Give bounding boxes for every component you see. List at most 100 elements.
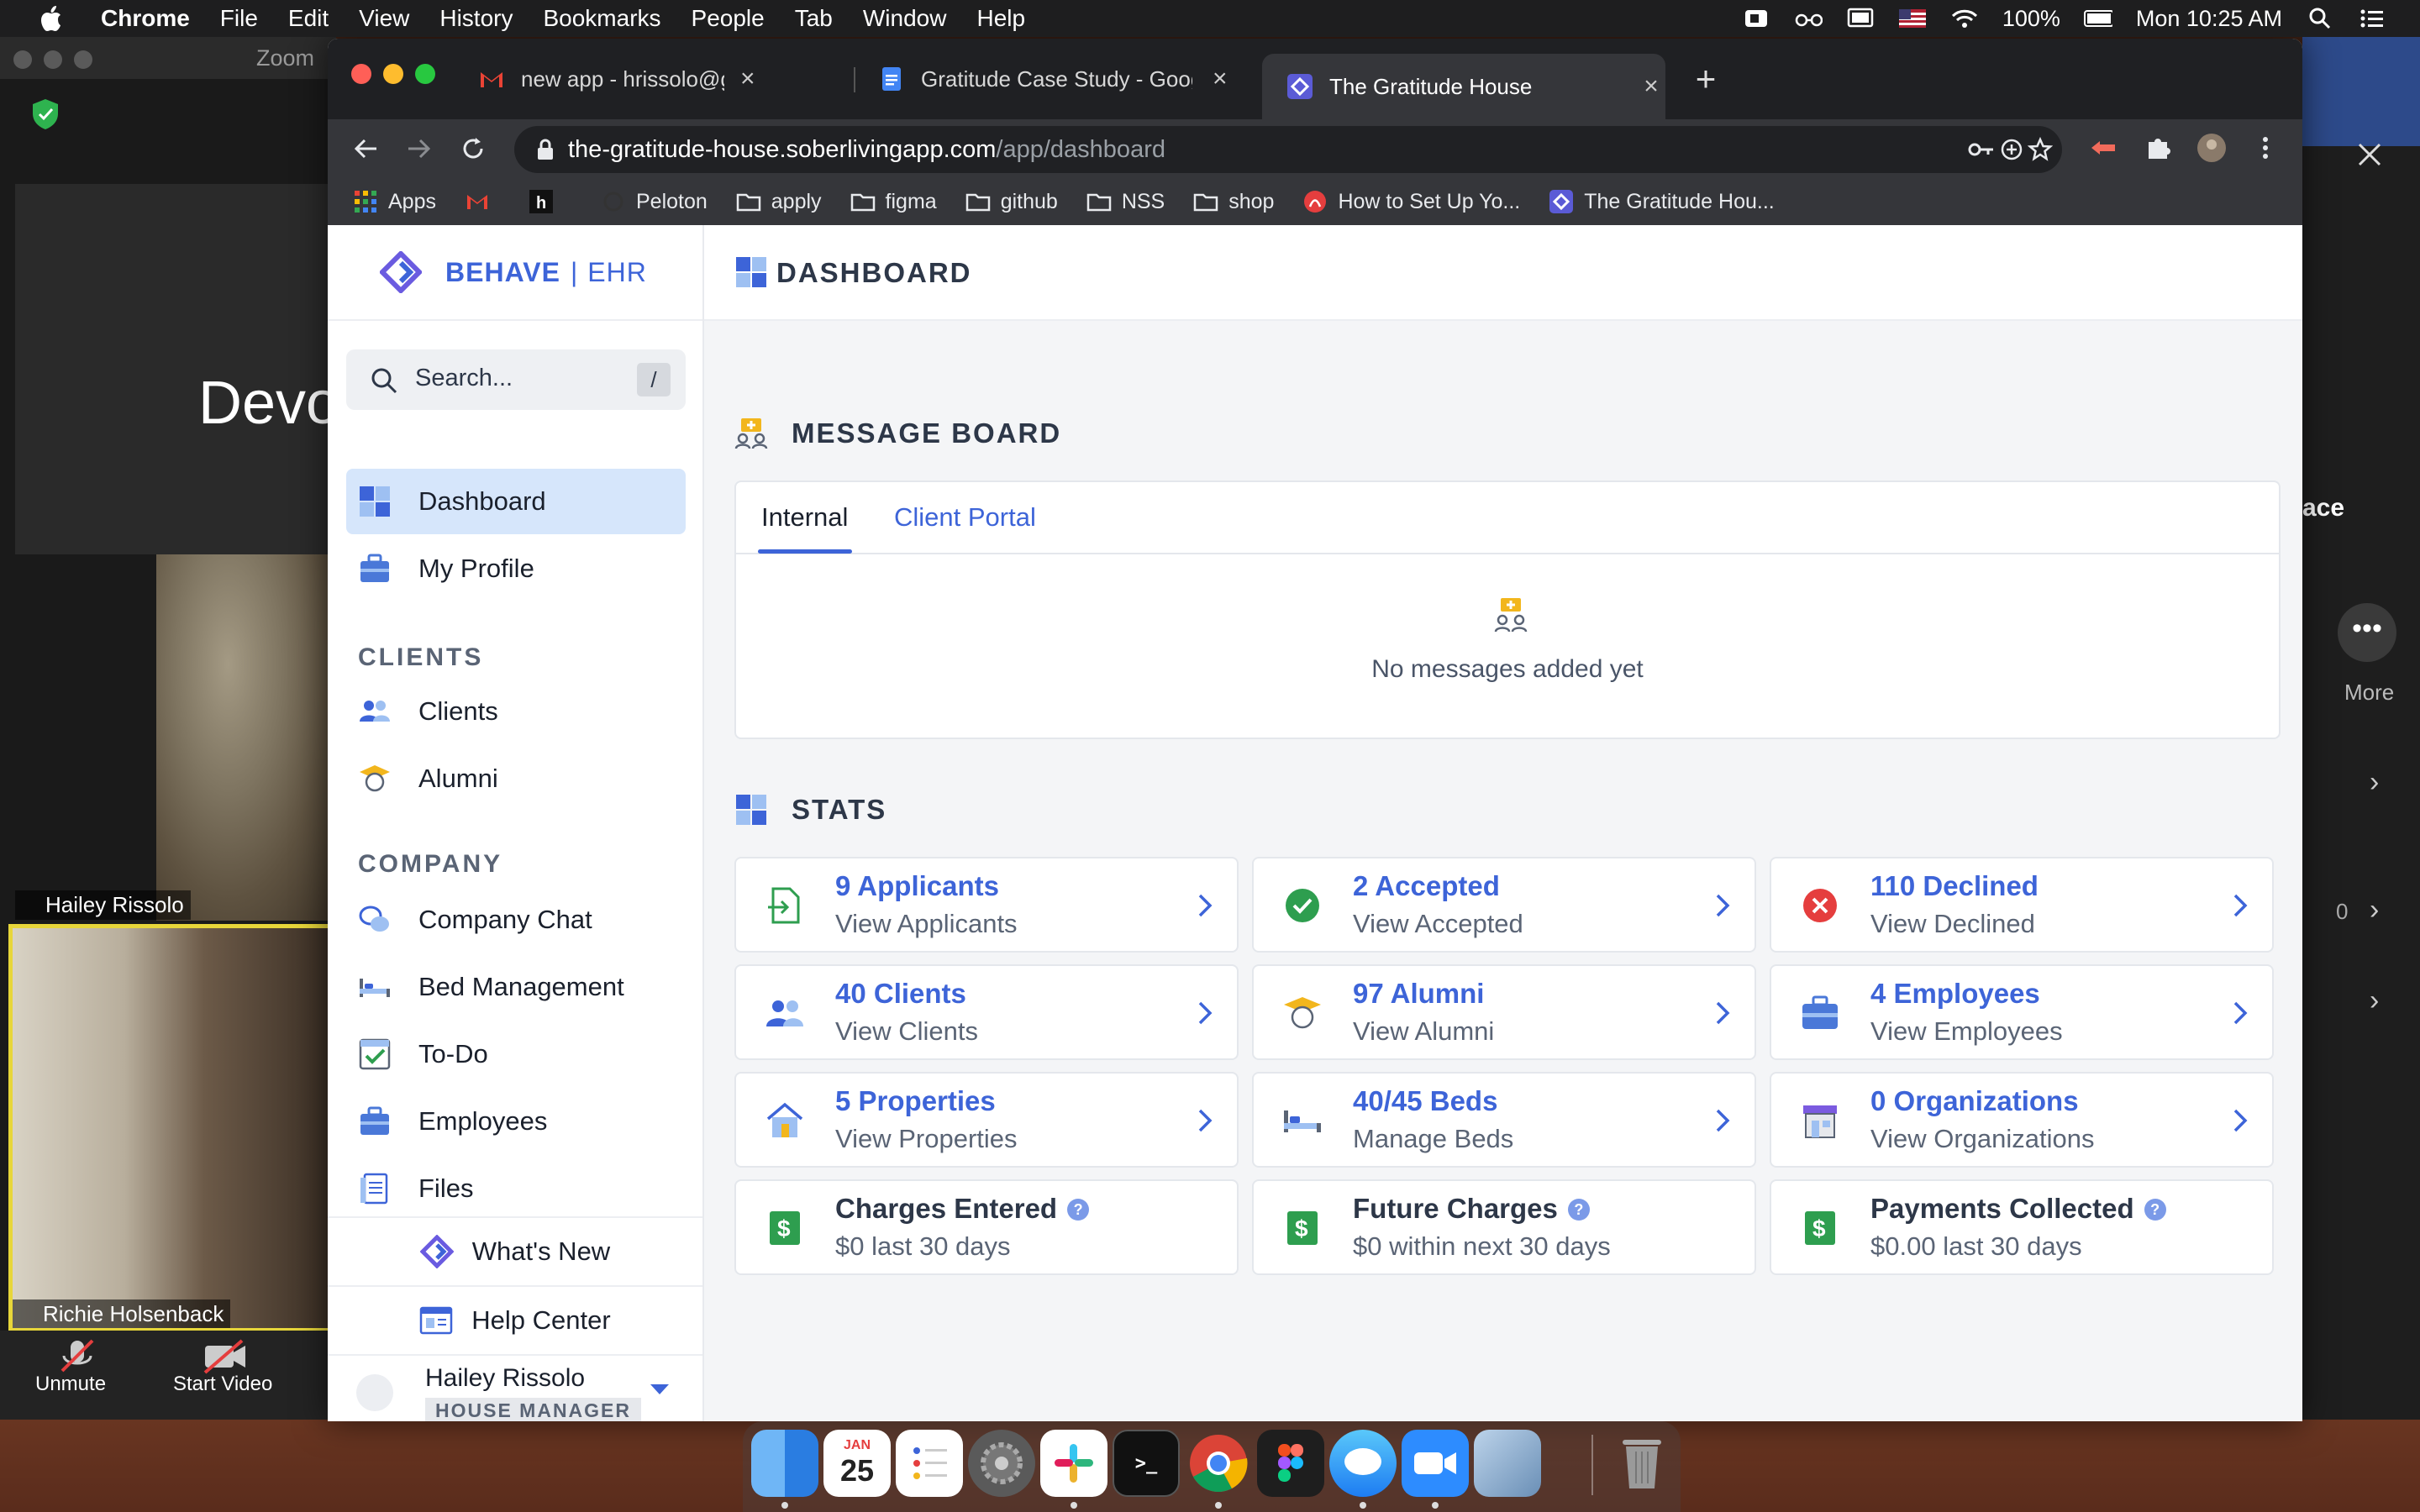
browser-tab-gmail[interactable]: new app - hrissolo@gmail.com × bbox=[479, 54, 756, 104]
notification-center-icon[interactable] bbox=[2358, 8, 2386, 29]
chrome-icon[interactable] bbox=[1185, 1430, 1252, 1497]
window-minimize-button[interactable] bbox=[383, 64, 403, 84]
bookmark-github-folder[interactable]: github bbox=[965, 190, 1058, 214]
bookmark-h[interactable]: h bbox=[529, 190, 564, 213]
stat-card-accepted[interactable]: 2 Accepted View Accepted bbox=[1252, 857, 1756, 953]
shield-icon[interactable] bbox=[30, 97, 60, 131]
menu-view[interactable]: View bbox=[359, 5, 409, 32]
bookmark-apps[interactable]: Apps bbox=[353, 190, 436, 214]
sidebar-item-company-chat[interactable]: Company Chat bbox=[346, 887, 686, 953]
key-icon[interactable] bbox=[1965, 133, 1998, 166]
stat-card-alumni[interactable]: 97 Alumni View Alumni bbox=[1252, 964, 1756, 1060]
zoom-app-icon[interactable] bbox=[1402, 1430, 1469, 1497]
reload-icon[interactable] bbox=[459, 134, 487, 163]
participant-video-tile[interactable]: Hailey Rissolo bbox=[15, 554, 336, 921]
browser-tab-gratitude-house[interactable]: The Gratitude House × bbox=[1262, 54, 1665, 119]
search-input[interactable]: Search... / bbox=[346, 349, 686, 410]
menu-tab[interactable]: Tab bbox=[795, 5, 833, 32]
participant-video-tile-active[interactable]: Richie Holsenback bbox=[8, 924, 336, 1332]
url-text[interactable]: the-gratitude-house.soberlivingapp.com/a… bbox=[568, 136, 1165, 164]
menubar-clock[interactable]: Mon 10:25 AM bbox=[2136, 6, 2282, 32]
bookmark-nss-folder[interactable]: NSS bbox=[1086, 190, 1165, 214]
finder-icon[interactable] bbox=[751, 1430, 818, 1497]
lock-icon[interactable] bbox=[536, 138, 555, 161]
tab-internal[interactable]: Internal bbox=[761, 502, 848, 533]
extension-icon[interactable] bbox=[2087, 131, 2121, 165]
bookmark-shop-folder[interactable]: shop bbox=[1193, 190, 1274, 214]
bookmark-gmail[interactable] bbox=[465, 190, 500, 213]
help-question-icon[interactable]: ? bbox=[1067, 1199, 1090, 1221]
stat-card-employees[interactable]: 4 Employees View Employees bbox=[1770, 964, 2274, 1060]
stat-card-applicants[interactable]: 9 Applicants View Applicants bbox=[734, 857, 1239, 953]
wifi-icon[interactable] bbox=[1950, 8, 1979, 29]
menu-window[interactable]: Window bbox=[863, 5, 947, 32]
messages-icon[interactable] bbox=[1329, 1430, 1397, 1497]
menu-people[interactable]: People bbox=[692, 5, 765, 32]
zoom-minimize-dot[interactable] bbox=[44, 50, 62, 69]
chevron-right-icon[interactable]: › bbox=[2370, 894, 2395, 926]
figma-icon[interactable] bbox=[1257, 1430, 1324, 1497]
terminal-icon[interactable]: >_ bbox=[1113, 1430, 1180, 1497]
calendar-icon[interactable]: JAN 25 bbox=[823, 1430, 891, 1497]
bookmark-how-to-set-up[interactable]: How to Set Up Yo... bbox=[1302, 190, 1520, 214]
window-close-button[interactable] bbox=[351, 64, 371, 84]
sidebar-item-dashboard[interactable]: Dashboard bbox=[346, 469, 686, 534]
tab-close-icon[interactable]: × bbox=[1207, 65, 1232, 93]
forward-arrow-icon[interactable] bbox=[405, 134, 434, 163]
sidebar-item-clients[interactable]: Clients bbox=[346, 679, 686, 744]
new-tab-button[interactable]: + bbox=[1689, 61, 1723, 97]
bookmark-star-icon[interactable] bbox=[2023, 133, 2057, 166]
bookmark-peloton[interactable]: Peloton bbox=[601, 190, 708, 214]
stat-card-beds[interactable]: 40/45 Beds Manage Beds bbox=[1252, 1072, 1756, 1168]
sidebar-item-bed-management[interactable]: Bed Management bbox=[346, 954, 686, 1020]
menu-file[interactable]: File bbox=[220, 5, 258, 32]
sidebar-item-todo[interactable]: To-Do bbox=[346, 1021, 686, 1087]
system-preferences-icon[interactable] bbox=[968, 1430, 1035, 1497]
display-icon[interactable] bbox=[1846, 8, 1875, 29]
zoom-zoom-dot[interactable] bbox=[74, 50, 92, 69]
accessibility-glasses-icon[interactable] bbox=[1794, 8, 1823, 29]
menu-history[interactable]: History bbox=[439, 5, 513, 32]
reminders-icon[interactable] bbox=[896, 1430, 963, 1497]
profile-avatar-icon[interactable] bbox=[2195, 131, 2228, 165]
brand-header[interactable]: BEHAVE | EHR bbox=[328, 225, 702, 321]
spotlight-search-icon[interactable] bbox=[2306, 8, 2334, 29]
sidebar-item-my-profile[interactable]: My Profile bbox=[346, 536, 686, 601]
help-question-icon[interactable]: ? bbox=[2144, 1199, 2166, 1221]
bookmark-figma-folder[interactable]: figma bbox=[850, 190, 937, 214]
menu-bookmarks[interactable]: Bookmarks bbox=[543, 5, 660, 32]
stat-card-declined[interactable]: 110 Declined View Declined bbox=[1770, 857, 2274, 953]
whats-new-link[interactable]: What's New bbox=[328, 1216, 702, 1285]
more-button[interactable]: ••• bbox=[2338, 603, 2396, 662]
tab-client-portal[interactable]: Client Portal bbox=[894, 502, 1036, 533]
microphone-muted-icon[interactable] bbox=[52, 1337, 103, 1374]
apple-menu-icon[interactable] bbox=[34, 4, 67, 33]
battery-icon[interactable] bbox=[2083, 8, 2112, 29]
window-zoom-button[interactable] bbox=[415, 64, 435, 84]
stat-card-properties[interactable]: 5 Properties View Properties bbox=[734, 1072, 1239, 1168]
slack-icon[interactable] bbox=[1040, 1430, 1107, 1497]
menu-app-name[interactable]: Chrome bbox=[101, 5, 190, 32]
stat-card-organizations[interactable]: 0 Organizations View Organizations bbox=[1770, 1072, 2274, 1168]
chrome-menu-icon[interactable] bbox=[2249, 131, 2282, 165]
sidebar-item-files[interactable]: Files bbox=[346, 1156, 686, 1221]
chevron-down-icon[interactable] bbox=[650, 1384, 669, 1394]
chevron-right-icon[interactable]: › bbox=[2370, 766, 2395, 798]
tab-close-icon[interactable]: × bbox=[739, 65, 756, 93]
tab-close-icon[interactable]: × bbox=[1639, 72, 1664, 101]
help-center-link[interactable]: Help Center bbox=[328, 1285, 702, 1354]
help-question-icon[interactable]: ? bbox=[1567, 1199, 1590, 1221]
bookmark-gratitude-house[interactable]: The Gratitude Hou... bbox=[1549, 190, 1775, 214]
sidebar-item-alumni[interactable]: Alumni bbox=[346, 746, 686, 811]
browser-tab-google-docs[interactable]: Gratitude Case Study - Google × bbox=[879, 54, 1232, 104]
stat-card-clients[interactable]: 40 Clients View Clients bbox=[734, 964, 1239, 1060]
address-bar[interactable]: the-gratitude-house.soberlivingapp.com/a… bbox=[514, 126, 2062, 173]
zoom-close-dot[interactable] bbox=[13, 50, 32, 69]
unmute-button[interactable]: Unmute bbox=[35, 1373, 106, 1396]
user-menu[interactable]: Hailey Rissolo HOUSE MANAGER bbox=[328, 1354, 702, 1421]
zoom-status-icon[interactable] bbox=[1742, 8, 1770, 29]
input-flag-icon[interactable] bbox=[1898, 8, 1927, 29]
bookmark-apply-folder[interactable]: apply bbox=[736, 190, 822, 214]
back-arrow-icon[interactable] bbox=[351, 134, 380, 163]
menu-help[interactable]: Help bbox=[976, 5, 1025, 32]
